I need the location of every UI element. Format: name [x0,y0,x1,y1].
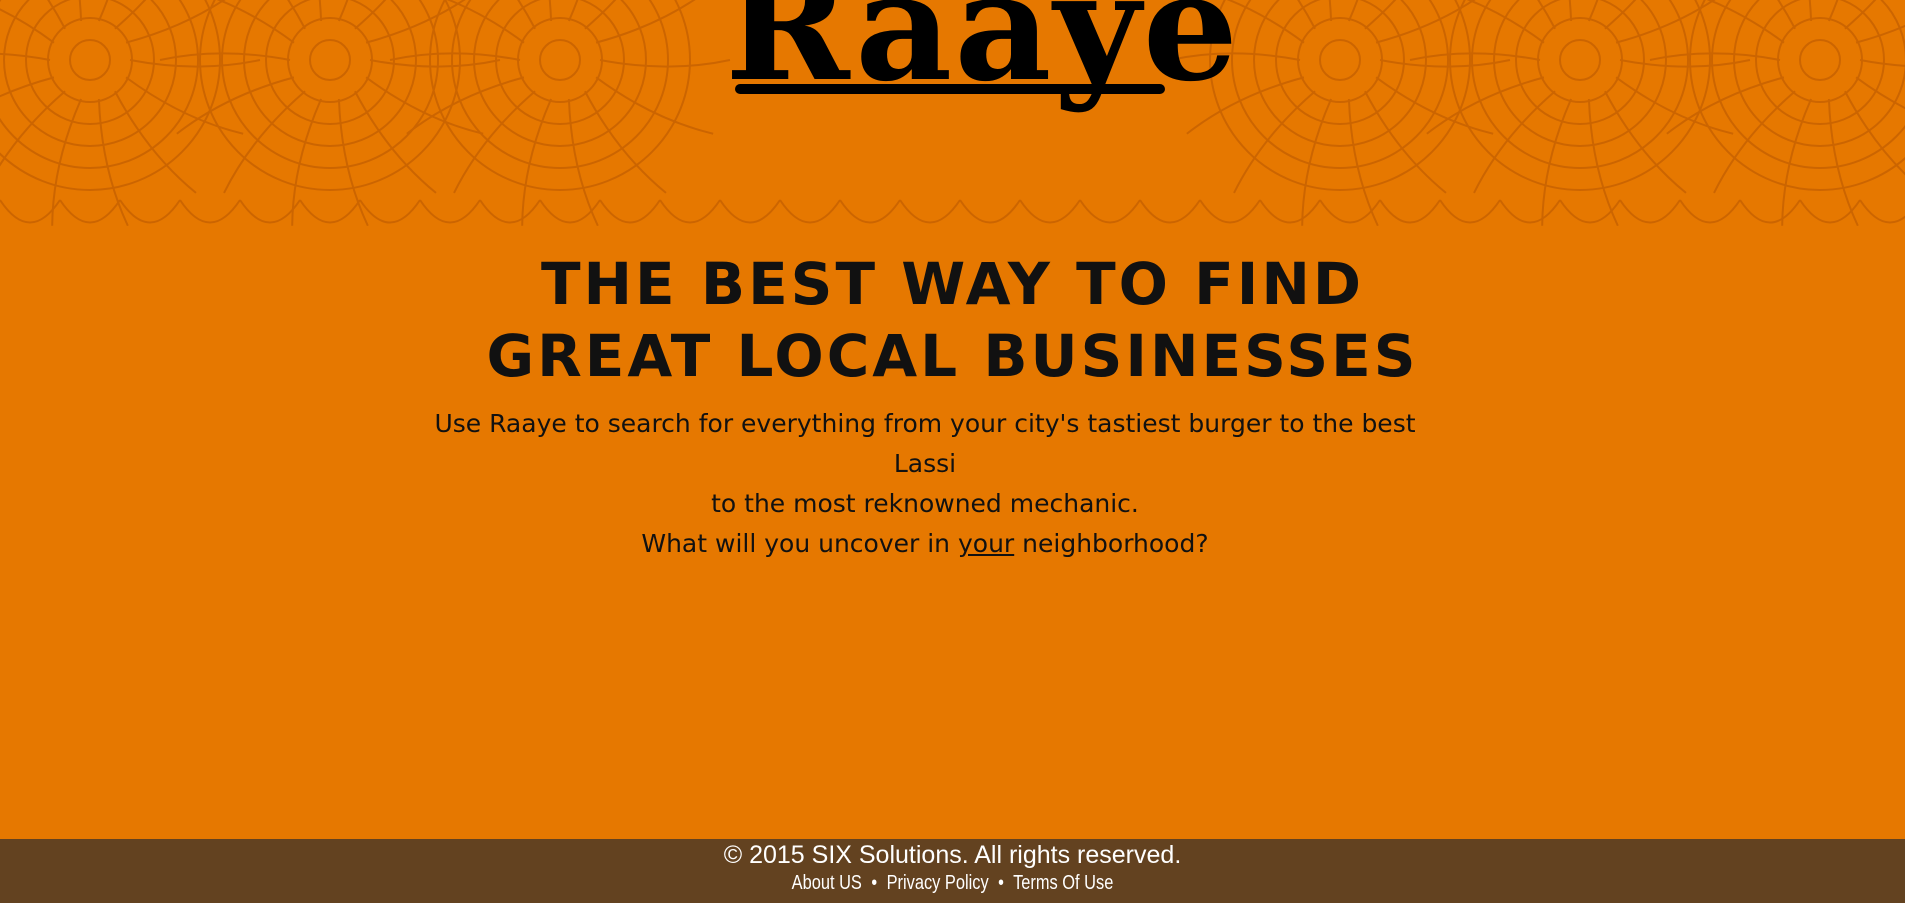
footer-links: About US • Privacy Policy • Terms Of Use [171,870,1733,896]
neighborhood-question: What will you uncover in your neighborho… [400,524,1450,564]
terms-of-use-link[interactable]: Terms Of Use [1013,872,1113,894]
hero-headline: The best way to find Great local busines… [0,248,1905,392]
headline-line-1: The best way to find [540,250,1365,318]
privacy-policy-link[interactable]: Privacy Policy [887,872,989,894]
question-emphasis: your [957,529,1015,558]
landing-page: Raayë The best way to find Great local b… [0,0,1905,903]
footer: © 2015 SIX Solutions. All rights reserve… [0,839,1905,903]
copyright-text: © 2015 SIX Solutions. All rights reserve… [723,841,1182,869]
question-prefix: What will you uncover in [641,529,958,558]
hero-description: Use Raaye to search for everything from … [400,404,1450,564]
intro-text-line-2: to the most reknowned mechanic. [711,489,1139,518]
logo-underline [735,84,1165,94]
link-separator: • [998,872,1004,894]
raaye-logo[interactable]: Raayë [725,0,1238,170]
headline-line-2: Great local businesses [486,322,1419,390]
intro-text-line-1: Use Raaye to search for everything from … [434,409,1416,478]
about-us-link[interactable]: About US [792,872,862,894]
link-separator: • [871,872,878,894]
question-suffix: neighborhood? [1014,529,1209,558]
